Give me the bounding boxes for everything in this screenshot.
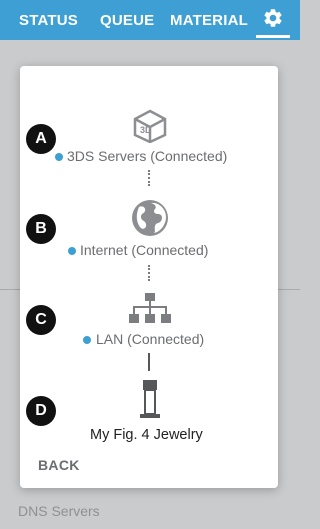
connector-b-c — [148, 265, 150, 281]
step-marker-a: A — [26, 124, 56, 154]
tab-settings[interactable] — [256, 7, 290, 37]
3ds-logo-icon: 3D — [133, 109, 167, 143]
printer-name: My Fig. 4 Jewelry — [90, 427, 203, 443]
background-dns-servers-label: DNS Servers — [18, 503, 100, 519]
connector-c-d — [148, 353, 150, 371]
step-marker-b: B — [26, 214, 56, 244]
back-button[interactable]: BACK — [38, 457, 80, 473]
top-nav-bar: STATUS QUEUE MATERIAL — [0, 0, 300, 40]
tab-status[interactable]: STATUS — [19, 12, 78, 29]
tab-material[interactable]: MATERIAL — [170, 12, 248, 29]
step-label-lan: LAN (Connected) — [96, 331, 205, 347]
status-dot-3ds-servers — [55, 153, 63, 161]
step-label-internet: Internet (Connected) — [80, 242, 209, 258]
connector-a-b — [148, 170, 150, 186]
svg-text:3D: 3D — [140, 125, 152, 135]
status-dot-internet — [68, 247, 76, 255]
step-label-3ds-servers: 3DS Servers (Connected) — [67, 148, 228, 164]
printer-icon — [140, 380, 160, 418]
gear-icon — [264, 9, 282, 27]
tab-queue[interactable]: QUEUE — [100, 12, 154, 29]
step-marker-d: D — [26, 396, 56, 426]
network-icon — [129, 293, 171, 323]
step-marker-c: C — [26, 305, 56, 335]
active-tab-indicator — [256, 35, 290, 38]
connection-dialog: 3D 3DS Servers (Connected) Internet (Con… — [20, 66, 278, 488]
status-dot-lan — [83, 336, 91, 344]
globe-icon — [132, 200, 168, 236]
